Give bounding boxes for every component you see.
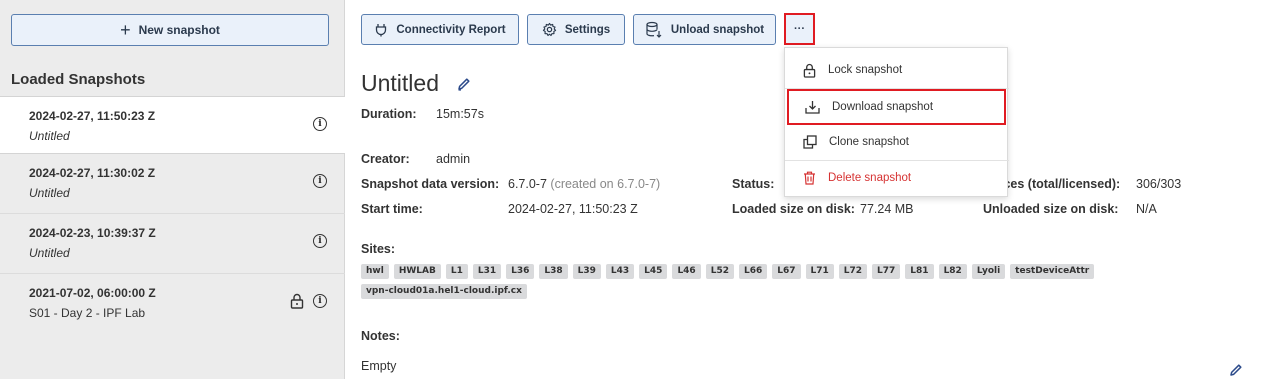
snapshot-name: S01 - Day 2 - IPF Lab xyxy=(29,306,146,320)
site-tag[interactable]: L66 xyxy=(738,264,768,279)
sites-tag-list: hwl HWLAB L1 L31 L36 L38 L39 L43 L45 L46 L52 L66 L67… xyxy=(361,264,1121,299)
gear-icon xyxy=(542,22,556,37)
creator-label: Creator: xyxy=(361,152,410,166)
more-actions-menu: Lock snapshot Download snapshot Clone sn… xyxy=(784,47,1009,197)
devices-value: 306/303 xyxy=(1136,177,1182,191)
start-time-label: Start time: xyxy=(361,202,423,216)
site-tag[interactable]: L82 xyxy=(938,264,967,279)
site-tag[interactable]: L71 xyxy=(805,264,834,279)
new-snapshot-button[interactable]: + New snapshot xyxy=(11,14,329,46)
snapshot-name: Untitled xyxy=(29,186,70,200)
more-actions-button[interactable]: ··· xyxy=(784,13,815,45)
clone-snapshot-label: Clone snapshot xyxy=(829,136,909,148)
clone-snapshot-menu-item[interactable]: Clone snapshot xyxy=(785,124,1009,160)
sites-label: Sites: xyxy=(361,242,396,256)
site-tag[interactable]: L1 xyxy=(445,264,468,279)
site-tag[interactable]: Lyoli xyxy=(971,264,1006,279)
snapshot-date: 2024-02-27, 11:50:23 Z xyxy=(29,109,156,123)
clone-icon xyxy=(803,135,817,149)
download-snapshot-menu-item[interactable]: Download snapshot xyxy=(787,89,1006,125)
version-number: 6.7.0-7 xyxy=(508,177,547,191)
site-tag[interactable]: L72 xyxy=(838,264,868,279)
sidebar: + New snapshot Loaded Snapshots 2024-02-… xyxy=(0,0,345,379)
snapshot-item[interactable]: 2024-02-27, 11:50:23 Z Untitled i xyxy=(0,96,345,154)
download-icon xyxy=(805,101,820,114)
site-tag[interactable]: L36 xyxy=(506,264,535,279)
site-tag[interactable]: L46 xyxy=(672,264,701,279)
snapshot-date: 2024-02-27, 11:30:02 Z xyxy=(29,166,156,180)
loaded-size-label: Loaded size on disk: xyxy=(732,202,855,216)
version-label: Snapshot data version: xyxy=(361,177,500,191)
info-icon[interactable]: i xyxy=(313,117,327,131)
site-tag[interactable]: L45 xyxy=(639,264,668,279)
site-tag[interactable]: HWLAB xyxy=(393,264,441,279)
lock-snapshot-label: Lock snapshot xyxy=(828,64,903,76)
unload-snapshot-label: Unload snapshot xyxy=(670,23,765,36)
snapshot-title: Untitled xyxy=(361,70,439,96)
site-tag[interactable]: L52 xyxy=(705,264,734,279)
snapshot-name: Untitled xyxy=(29,129,70,143)
info-icon[interactable]: i xyxy=(313,234,327,248)
snapshot-item[interactable]: 2024-02-27, 11:30:02 Z Untitled i xyxy=(0,154,345,214)
lock-icon xyxy=(290,293,304,309)
site-tag[interactable]: testDeviceAttr xyxy=(1010,264,1095,279)
info-icon[interactable]: i xyxy=(313,294,327,308)
version-value: 6.7.0-7 (created on 6.7.0-7) xyxy=(508,177,660,191)
site-tag[interactable]: L39 xyxy=(572,264,601,279)
site-tag[interactable]: vpn-cloud01a.hel1-cloud.ipf.cx xyxy=(361,284,527,299)
settings-label: Settings xyxy=(564,23,611,36)
snapshot-item[interactable]: 2021-07-02, 06:00:00 Z S01 - Day 2 - IPF… xyxy=(0,274,345,334)
snapshot-date: 2024-02-23, 10:39:37 Z xyxy=(29,226,156,240)
creator-value: admin xyxy=(436,152,471,166)
site-tag[interactable]: L43 xyxy=(605,264,635,279)
connectivity-report-label: Connectivity Report xyxy=(396,23,506,36)
start-time-value: 2024-02-27, 11:50:23 Z xyxy=(508,202,638,216)
trash-icon xyxy=(804,171,815,185)
unloaded-size-value: N/A xyxy=(1136,202,1157,216)
settings-button[interactable]: Settings xyxy=(527,14,625,45)
new-snapshot-label: New snapshot xyxy=(138,23,220,37)
loaded-size-value: 77.24 MB xyxy=(860,202,914,216)
download-snapshot-label: Download snapshot xyxy=(832,101,934,113)
lock-icon xyxy=(803,63,816,78)
version-note: (created on 6.7.0-7) xyxy=(550,177,661,191)
snapshot-date: 2021-07-02, 06:00:00 Z xyxy=(29,286,156,300)
snapshot-list: 2024-02-27, 11:50:23 Z Untitled i 2024-0… xyxy=(0,96,345,334)
site-tag[interactable]: L38 xyxy=(539,264,568,279)
lock-snapshot-menu-item[interactable]: Lock snapshot xyxy=(785,52,1009,88)
plug-icon xyxy=(376,23,387,36)
plus-icon: + xyxy=(120,20,131,40)
info-icon[interactable]: i xyxy=(313,174,327,188)
site-tag[interactable]: L81 xyxy=(905,264,934,279)
connectivity-report-button[interactable]: Connectivity Report xyxy=(361,14,519,45)
notes-label: Notes: xyxy=(361,329,400,343)
unloaded-size-label: Unloaded size on disk: xyxy=(983,202,1119,216)
delete-snapshot-menu-item[interactable]: Delete snapshot xyxy=(785,160,1009,196)
duration-label: Duration: xyxy=(361,107,417,121)
edit-title-icon[interactable] xyxy=(457,77,471,91)
devices-label: ices (total/licensed): xyxy=(1000,177,1121,191)
duration-value: 15m:57s xyxy=(436,107,484,121)
site-tag[interactable]: L77 xyxy=(872,264,901,279)
snapshot-item[interactable]: 2024-02-23, 10:39:37 Z Untitled i xyxy=(0,214,345,274)
unload-snapshot-button[interactable]: Unload snapshot xyxy=(633,14,776,45)
site-tag[interactable]: hwl xyxy=(361,264,389,279)
database-unload-icon xyxy=(646,21,662,38)
delete-snapshot-label: Delete snapshot xyxy=(828,172,912,184)
notes-value: Empty xyxy=(361,359,397,373)
site-tag[interactable]: L31 xyxy=(472,264,502,279)
loaded-snapshots-title: Loaded Snapshots xyxy=(11,71,146,88)
edit-notes-icon[interactable] xyxy=(1229,363,1243,377)
status-label: Status: xyxy=(732,177,775,191)
site-tag[interactable]: L67 xyxy=(772,264,801,279)
snapshot-name: Untitled xyxy=(29,246,70,260)
